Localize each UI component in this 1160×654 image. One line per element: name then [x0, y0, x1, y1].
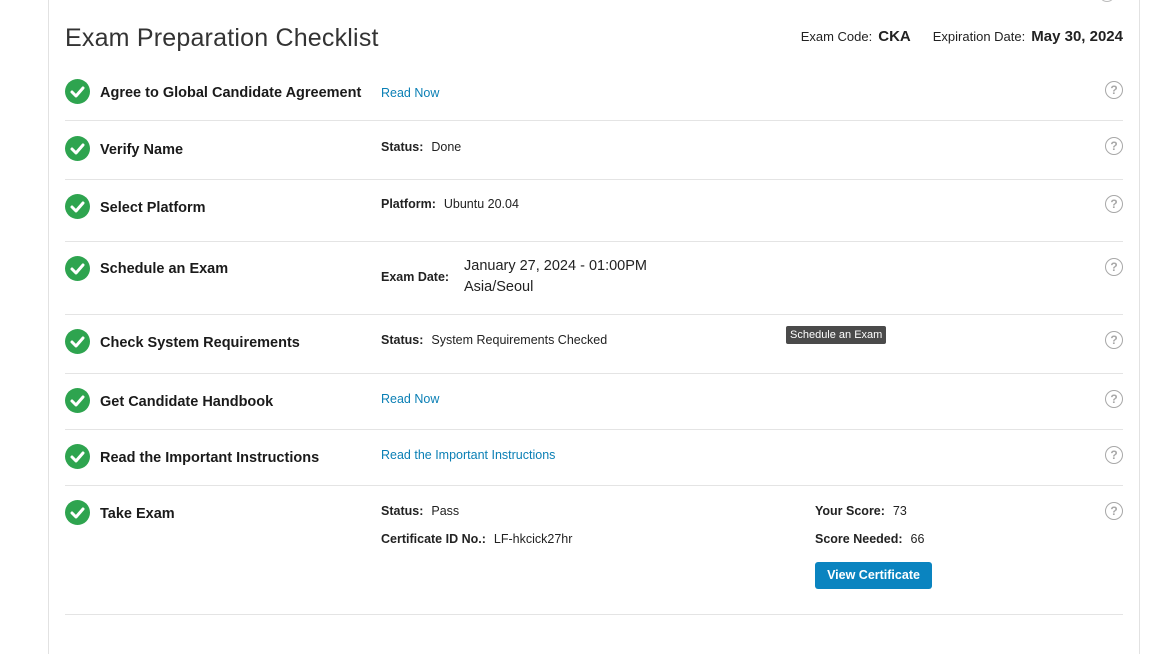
check-icon — [65, 444, 90, 469]
score-needed-field: Score Needed: 66 — [815, 532, 924, 546]
step-system-requirements: Check System Requirements Status: System … — [65, 315, 1123, 374]
status-value: System Requirements Checked — [431, 333, 608, 347]
step-name: Get Candidate Handbook — [100, 394, 274, 410]
expiration-label: Expiration Date: — [932, 29, 1026, 44]
exam-datetime: January 27, 2024 - 01:00PM — [464, 258, 647, 274]
help-icon[interactable]: ? — [1105, 331, 1123, 349]
page-title: Exam Preparation Checklist — [65, 24, 379, 52]
help-icon[interactable]: ? — [1105, 390, 1123, 408]
tooltip: Schedule an Exam — [786, 326, 887, 344]
status-field: Status: System Requirements Checked — [381, 333, 607, 347]
read-now-link[interactable]: Read Now — [381, 86, 439, 100]
step-important-instructions: Read the Important Instructions Read the… — [65, 430, 1123, 486]
platform-value: Ubuntu 20.04 — [443, 197, 519, 211]
header: Exam Preparation Checklist Exam Code: CKA… — [65, 18, 1123, 58]
score-needed-value: 66 — [910, 532, 925, 546]
step-take-exam: Take Exam Status: Pass Certificate ID No.… — [65, 486, 1123, 615]
exam-code-label: Exam Code: — [800, 29, 873, 44]
step-candidate-handbook: Get Candidate Handbook Read Now ? — [65, 374, 1123, 430]
help-icon[interactable]: ? — [1105, 137, 1123, 155]
important-instructions-link[interactable]: Read the Important Instructions — [381, 448, 555, 462]
status-label: Status: — [381, 333, 424, 347]
step-schedule-exam: Schedule an Exam Exam Date: January 27, … — [65, 242, 1123, 315]
score-needed-label: Score Needed: — [815, 532, 903, 546]
certificate-id-field: Certificate ID No.: LF-hkcick27hr — [381, 532, 572, 546]
check-icon — [65, 329, 90, 354]
exam-timezone: Asia/Seoul — [464, 279, 534, 295]
platform-label: Platform: — [381, 197, 436, 211]
certificate-id-value: LF-hkcick27hr — [493, 532, 573, 546]
step-name: Schedule an Exam — [100, 261, 229, 277]
check-icon — [65, 500, 90, 525]
step-name: Select Platform — [100, 200, 206, 216]
exam-date-value: January 27, 2024 - 01:00PM Asia/Seoul — [464, 256, 647, 298]
step-name: Verify Name — [100, 142, 184, 158]
expiration-value: May 30, 2024 — [1031, 28, 1123, 45]
certificate-id-label: Certificate ID No.: — [381, 532, 486, 546]
help-icon[interactable] — [1099, 0, 1115, 2]
help-icon[interactable]: ? — [1105, 81, 1123, 99]
read-now-link[interactable]: Read Now — [381, 392, 439, 406]
check-icon — [65, 79, 90, 104]
score-field: Your Score: 73 — [815, 504, 907, 518]
exam-date-label: Exam Date: — [381, 270, 457, 284]
status-label: Status: — [381, 504, 424, 518]
exam-date-label-text: Exam Date: — [381, 270, 450, 284]
step-agreement: Agree to Global Candidate Agreement Read… — [65, 76, 1123, 121]
step-name: Take Exam — [100, 506, 175, 522]
help-icon[interactable]: ? — [1105, 195, 1123, 213]
check-icon — [65, 388, 90, 413]
check-icon — [65, 256, 90, 281]
step-name: Read the Important Instructions — [100, 450, 320, 466]
platform-field: Platform: Ubuntu 20.04 — [381, 197, 519, 211]
exam-code-value: CKA — [878, 28, 911, 45]
checklist-card: Exam Preparation Checklist Exam Code: CKA… — [48, 0, 1140, 654]
help-icon[interactable]: ? — [1105, 502, 1123, 520]
status-label: Status: — [381, 140, 424, 154]
view-certificate-button[interactable]: View Certificate — [815, 562, 932, 589]
status-value: Pass — [431, 504, 460, 518]
check-icon — [65, 194, 90, 219]
help-icon[interactable]: ? — [1105, 446, 1123, 464]
status-value: Done — [431, 140, 462, 154]
help-icon[interactable]: ? — [1105, 258, 1123, 276]
step-verify-name: Verify Name Status: Done ? — [65, 121, 1123, 180]
check-icon — [65, 136, 90, 161]
step-name: Check System Requirements — [100, 335, 300, 351]
score-value: 73 — [892, 504, 907, 518]
step-name: Agree to Global Candidate Agreement — [100, 85, 362, 101]
score-label: Your Score: — [815, 504, 885, 518]
step-select-platform: Select Platform Platform: Ubuntu 20.04 ? — [65, 180, 1123, 242]
status-field: Status: Pass — [381, 504, 459, 518]
status-field: Status: Done — [381, 140, 461, 154]
exam-meta: Exam Code: CKA Expiration Date: May 30, 202… — [801, 28, 1123, 45]
